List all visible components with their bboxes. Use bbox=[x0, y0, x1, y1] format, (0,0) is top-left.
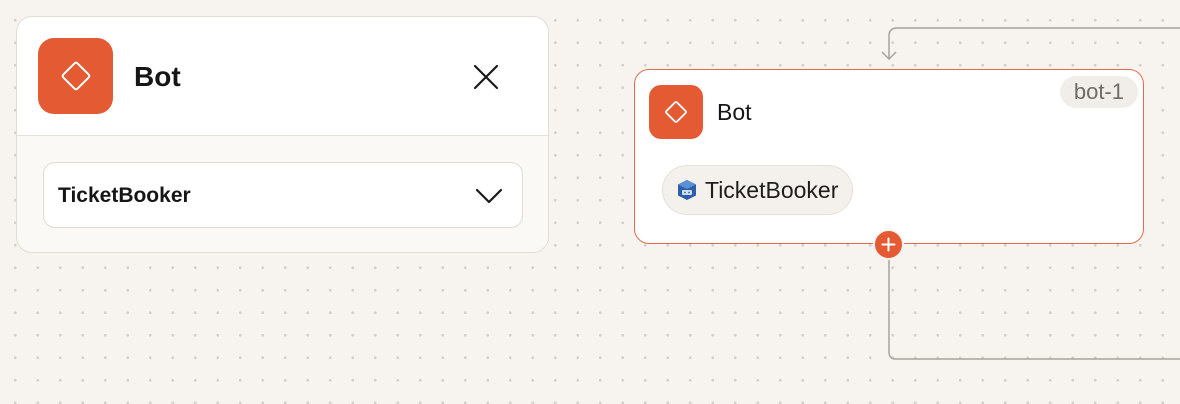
chevron-down-icon bbox=[474, 185, 504, 207]
outgoing-connector bbox=[888, 258, 1180, 360]
node-id-badge: bot-1 bbox=[1059, 76, 1138, 108]
panel-title: Bot bbox=[134, 61, 181, 92]
add-step-button[interactable] bbox=[873, 229, 904, 260]
close-button[interactable] bbox=[464, 57, 508, 97]
incoming-arrowhead bbox=[881, 51, 897, 61]
node-title: Bot bbox=[717, 99, 752, 125]
bot-select-value: TicketBooker bbox=[58, 184, 191, 207]
bot-chip: TicketBooker bbox=[662, 165, 854, 215]
close-icon bbox=[473, 64, 499, 90]
diamond-icon bbox=[649, 85, 703, 139]
diamond-icon bbox=[38, 38, 113, 114]
plus-icon bbox=[881, 237, 896, 252]
panel-header: Bot bbox=[17, 17, 548, 136]
bot-config-panel: Bot TicketBooker bbox=[16, 16, 549, 253]
incoming-connector bbox=[888, 27, 1180, 58]
bot-select[interactable]: TicketBooker bbox=[43, 162, 523, 228]
lex-bot-icon bbox=[678, 180, 696, 200]
bot-node[interactable]: Bot bot-1 TicketBooker bbox=[634, 69, 1144, 244]
bot-chip-label: TicketBooker bbox=[705, 177, 839, 203]
